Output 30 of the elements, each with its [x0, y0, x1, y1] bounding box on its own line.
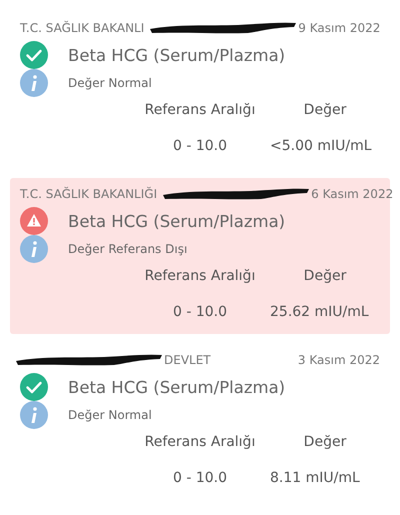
info-icon [20, 69, 48, 97]
test-name: Beta HCG (Serum/Plazma) [68, 46, 286, 64]
test-name: Beta HCG (Serum/Plazma) [68, 378, 286, 396]
column-header: Değer [302, 102, 348, 118]
reference-range: 0 - 10.0 [172, 470, 228, 486]
result-date: 9 Kasım 2022 [298, 21, 380, 35]
column-header: Referans Aralığı [144, 102, 256, 118]
result-date: 3 Kasım 2022 [298, 353, 380, 367]
column-header: Değer [302, 268, 348, 284]
result-note: Değer Normal [68, 408, 152, 422]
check-icon [20, 41, 48, 69]
info-icon [20, 235, 48, 263]
reference-range: 0 - 10.0 [172, 304, 228, 320]
result-date: 6 Kasım 2022 [311, 187, 394, 201]
column-header: Referans Aralığı [144, 268, 256, 284]
warning-icon [20, 207, 48, 235]
column-header: Referans Aralığı [144, 434, 256, 450]
check-icon [20, 373, 48, 401]
column-header: Değer [302, 434, 348, 450]
institution-name: DEVLET [164, 353, 211, 367]
result-value: <5.00 mIU/mL [270, 138, 373, 154]
result-note: Değer Referans Dışı [68, 242, 188, 256]
result-value: 25.62 mIU/mL [270, 304, 370, 320]
institution-name: T.C. SAĞLIK BAKANLIĞI [20, 187, 158, 201]
test-name: Beta HCG (Serum/Plazma) [68, 212, 286, 230]
result-value: 8.11 mIU/mL [270, 470, 361, 486]
reference-range: 0 - 10.0 [172, 138, 228, 154]
result-note: Değer Normal [68, 76, 152, 90]
info-icon [20, 401, 48, 429]
institution-name: T.C. SAĞLIK BAKANLI [20, 21, 144, 35]
